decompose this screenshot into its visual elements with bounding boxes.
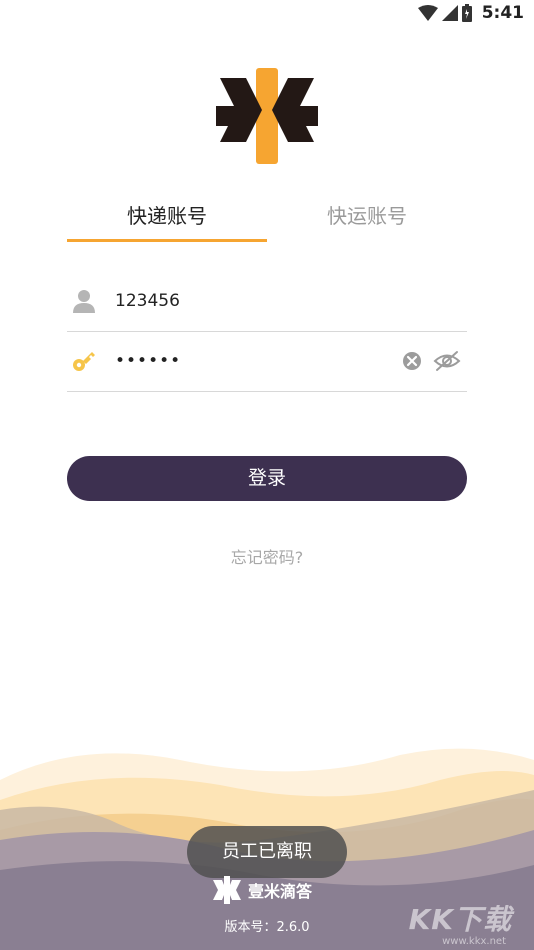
username-field (67, 273, 467, 332)
key-icon (73, 352, 95, 371)
app-logo (216, 68, 318, 164)
brand-name: 壹米滴答 (248, 882, 313, 901)
account-type-tabs: 快递账号 快运账号 (67, 192, 467, 242)
status-time: 5:41 (481, 3, 524, 23)
username-input[interactable] (115, 281, 395, 321)
watermark-url: www.kkx.net (442, 936, 506, 947)
status-bar: 5:41 (0, 0, 534, 28)
status-icons: 5:41 (417, 3, 524, 23)
wifi-icon (417, 5, 438, 21)
watermark: KK下载 (408, 903, 512, 936)
toast-message: 员工已离职 (187, 826, 347, 878)
battery-icon (461, 4, 472, 22)
brand-footer: 壹米滴答 (212, 876, 312, 904)
brand-logo-icon (213, 876, 241, 904)
tab-freight-account[interactable]: 快运账号 (267, 192, 467, 242)
password-field (67, 333, 467, 392)
user-icon (73, 290, 95, 313)
eye-off-icon[interactable] (433, 349, 461, 373)
clear-icon[interactable] (402, 351, 422, 371)
password-input[interactable] (115, 341, 395, 381)
login-button[interactable]: 登录 (67, 456, 467, 501)
active-tab-indicator (67, 239, 267, 242)
tab-express-account[interactable]: 快递账号 (67, 192, 267, 242)
signal-icon (441, 5, 458, 21)
forgot-password-link[interactable]: 忘记密码? (0, 544, 534, 568)
